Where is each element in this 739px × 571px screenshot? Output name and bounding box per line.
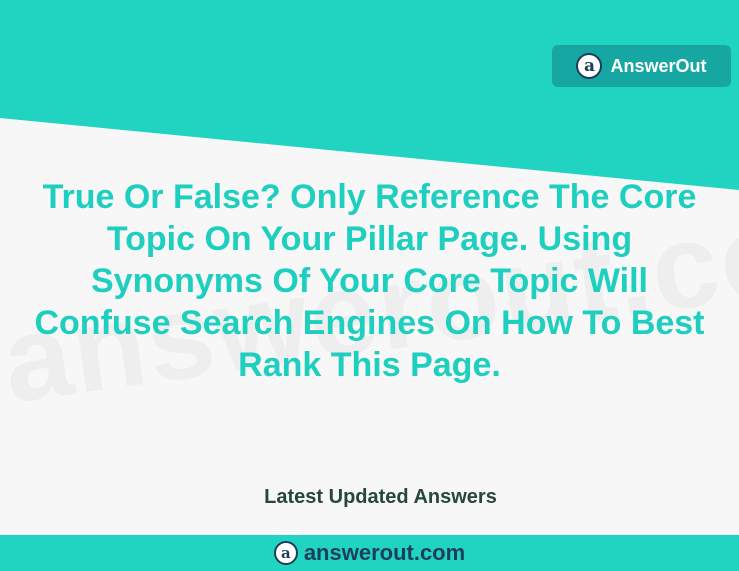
question-title: True Or False? Only Reference The Core T… xyxy=(34,178,705,384)
brand-badge[interactable]: a AnswerOut xyxy=(552,45,731,87)
footer-logo-icon: a xyxy=(273,541,298,565)
page-canvas: answerout.com a AnswerOut True Or False?… xyxy=(0,0,739,571)
latest-updated-heading: Latest Updated Answers xyxy=(264,486,497,508)
brand-name: AnswerOut xyxy=(610,55,707,76)
top-teal-band xyxy=(0,0,739,190)
answerout-logo-icon: a xyxy=(576,53,603,79)
footer-site-link[interactable]: answerout.com xyxy=(304,540,465,566)
footer-bar[interactable]: a answerout.com xyxy=(0,535,739,571)
